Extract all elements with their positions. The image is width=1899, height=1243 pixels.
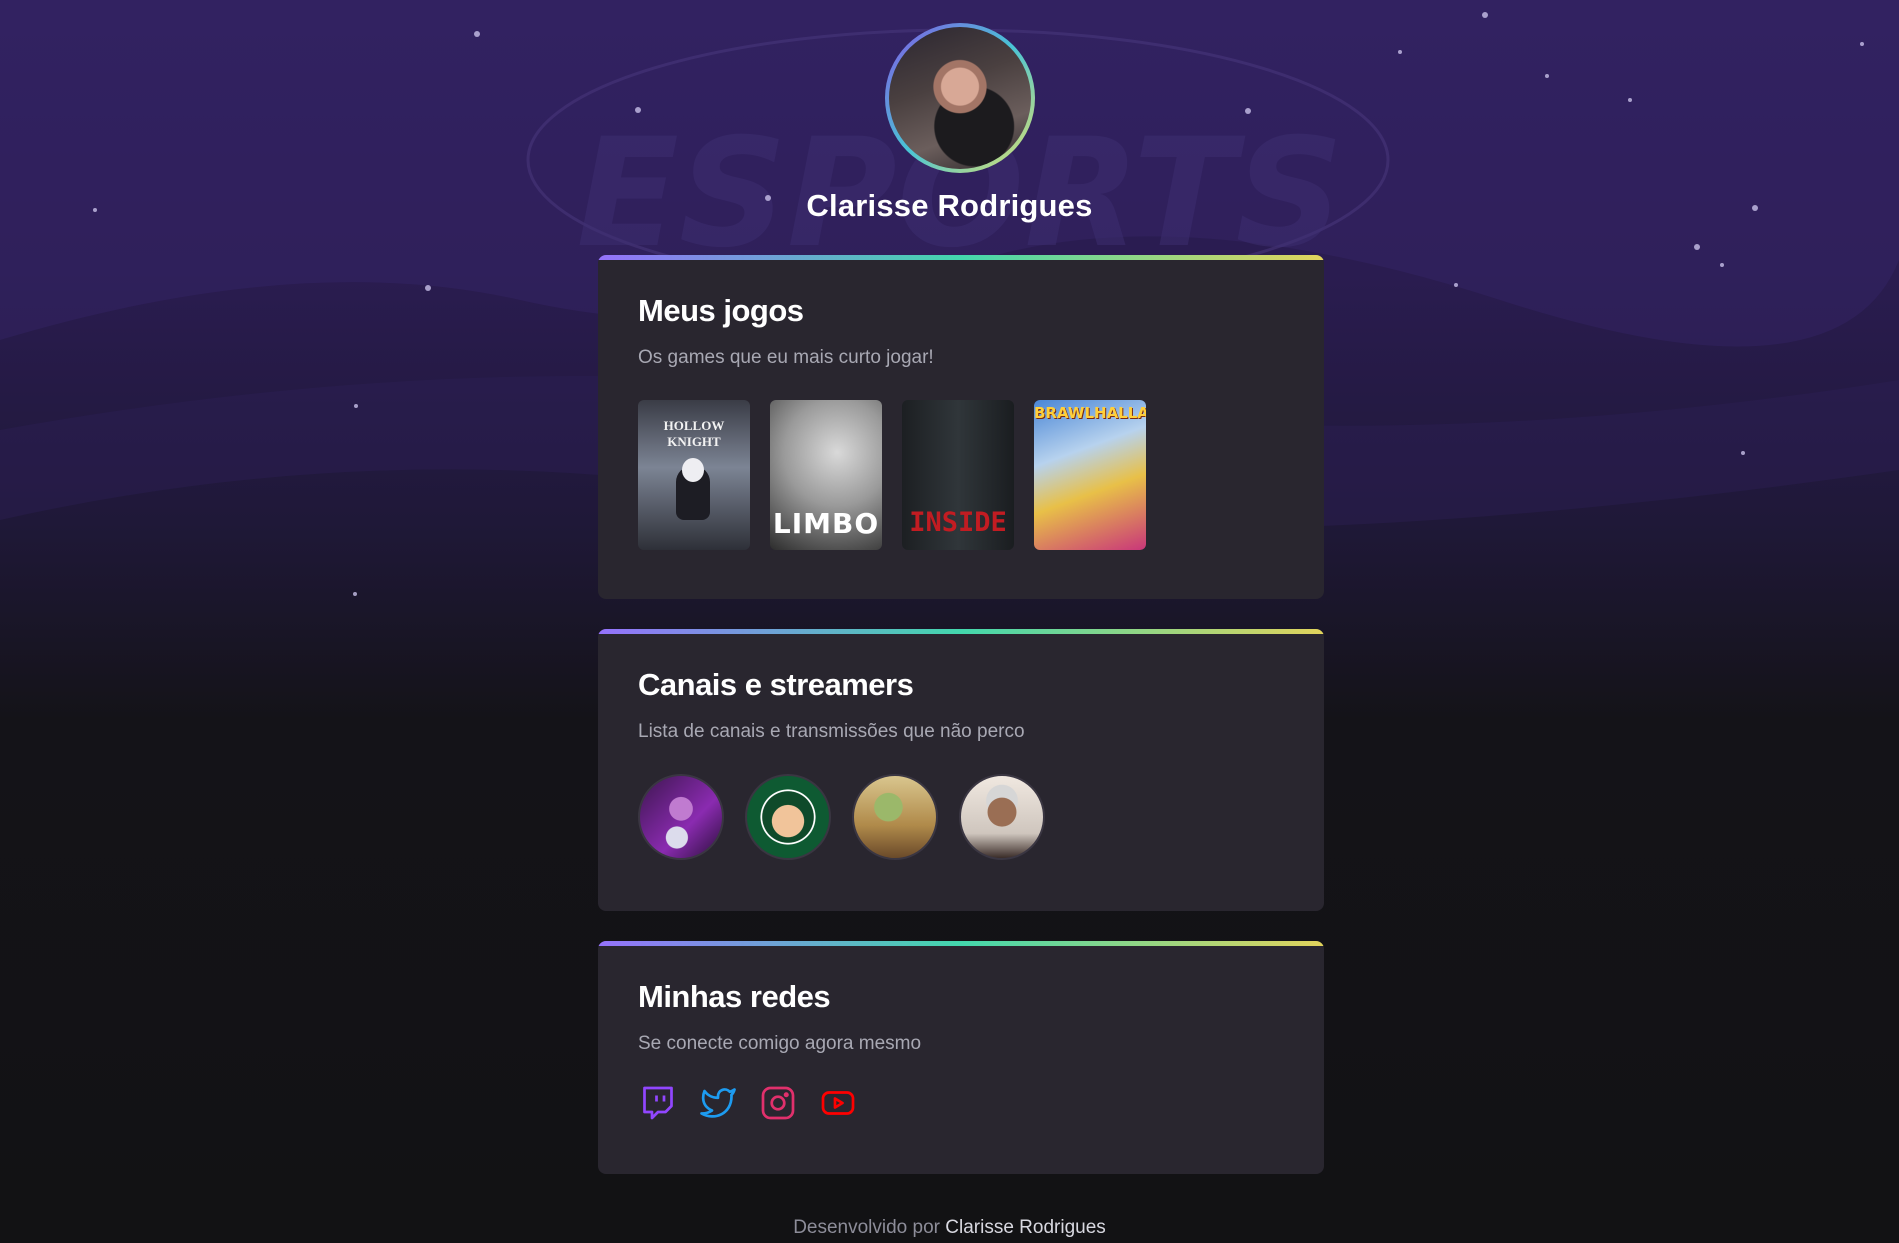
footer-prefix: Desenvolvido por [793,1217,940,1238]
social-links [638,1083,858,1123]
twitter-icon[interactable] [698,1083,738,1123]
knight-figure [676,458,710,520]
streamer-avatar[interactable] [959,774,1045,860]
social-card-title: Minhas redes [638,979,831,1014]
games-list: HOLLOW KNIGHT LIMBO INSIDE BRAWLHALLA [638,400,1146,550]
games-card-subtitle: Os games que eu mais curto jogar! [638,347,934,368]
twitch-icon[interactable] [638,1083,678,1123]
game-limbo[interactable]: LIMBO [770,400,882,550]
streamer-avatar-casimiro[interactable] [745,774,831,860]
game-label: INSIDE [909,507,1007,538]
avatar-image [889,27,1031,169]
streamer-avatar[interactable] [852,774,938,860]
profile-name: Clarisse Rodrigues [806,188,1093,223]
youtube-icon[interactable] [818,1083,858,1123]
streamers-card-subtitle: Lista de canais e transmissões que não p… [638,721,1025,742]
streamers-card: Canais e streamers Lista de canais e tra… [598,629,1324,911]
game-label: HOLLOW KNIGHT [663,418,725,449]
games-card: Meus jogos Os games que eu mais curto jo… [598,255,1324,599]
social-card: Minhas redes Se conecte comigo agora mes… [598,941,1324,1174]
game-label: BRAWLHALLA [1034,404,1146,422]
streamers-list [638,774,1045,860]
instagram-icon[interactable] [758,1083,798,1123]
footer-author[interactable]: Clarisse Rodrigues [945,1217,1106,1238]
profile-avatar [885,23,1035,173]
streamer-avatar[interactable] [638,774,724,860]
social-card-subtitle: Se conecte comigo agora mesmo [638,1033,922,1054]
streamers-card-title: Canais e streamers [638,667,914,702]
game-label: LIMBO [772,507,880,540]
game-inside[interactable]: INSIDE [902,400,1014,550]
game-hollow-knight[interactable]: HOLLOW KNIGHT [638,400,750,550]
footer: Desenvolvido por Clarisse Rodrigues [0,1217,1899,1239]
games-card-title: Meus jogos [638,293,804,328]
game-brawlhalla[interactable]: BRAWLHALLA [1034,400,1146,550]
